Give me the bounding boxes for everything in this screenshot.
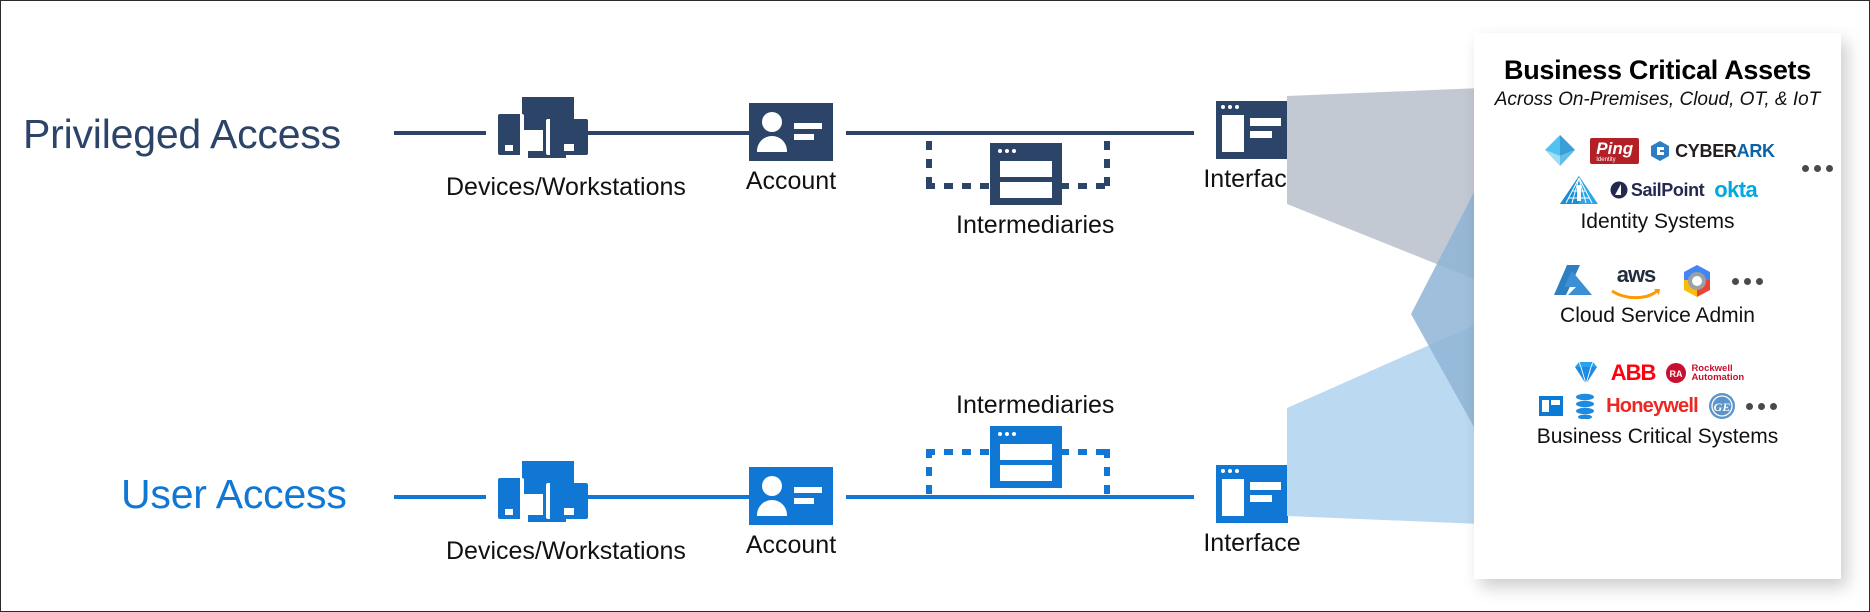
logo-row-cloud-1: aws (1474, 262, 1841, 300)
pyramid-identity-logo (1559, 176, 1598, 204)
node-user-intermediaries[interactable]: Intermediaries (956, 391, 1115, 488)
id-card-icon (749, 467, 833, 525)
cyberark-word-1: CYBER (1675, 140, 1737, 161)
node-privileged-devices[interactable]: Devices/Workstations (446, 97, 686, 202)
node-label: Devices/Workstations (446, 173, 686, 201)
logo-row-identity-2: SailPoint okta (1474, 174, 1841, 206)
group-business-critical-systems: ABB RA Rockwell Automation Honeywell GE … (1474, 358, 1841, 449)
devices-icon (498, 97, 588, 167)
node-label: Devices/Workstations (446, 537, 686, 565)
aws-wordmark: aws (1616, 262, 1657, 287)
group-identity-systems: Ping Identity CYBERARK SailPoint okta Id… (1474, 131, 1841, 234)
logo-row-bcs-2: Honeywell GE (1474, 391, 1841, 421)
node-user-devices[interactable]: Devices/Workstations (446, 461, 686, 566)
svg-text:RA: RA (1670, 369, 1683, 379)
oracle-database-logo (1576, 393, 1595, 419)
devices-icon (498, 461, 588, 531)
group-caption-business-critical-systems: Business Critical Systems (1536, 425, 1779, 448)
cyberark-mark-icon (1651, 141, 1670, 161)
more-indicator-cloud-icon (1732, 277, 1763, 285)
abb-logo: ABB (1610, 360, 1657, 385)
panel-title: Business Critical Assets (1504, 55, 1811, 85)
svg-text:GE: GE (1714, 400, 1731, 414)
logo-row-bcs-1: ABB RA Rockwell Automation (1474, 358, 1841, 388)
more-indicator-bcs-icon (1745, 402, 1777, 410)
rockwell-automation-logo: RA Rockwell Automation (1665, 362, 1744, 384)
more-indicator-identity-icon (1802, 165, 1833, 172)
sailpoint-mark-icon (1610, 181, 1628, 199)
logo-row-identity-1: Ping Identity CYBERARK (1474, 131, 1841, 171)
ge-logo: GE (1708, 393, 1735, 419)
group-cloud-service-admin: aws Cloud Service Admin (1474, 262, 1841, 328)
rockwell-mark-icon: RA (1666, 363, 1687, 383)
honeywell-logo: Honeywell (1606, 394, 1699, 417)
azure-ad-logo (1545, 135, 1576, 166)
row-label-user-access: User Access (121, 471, 347, 517)
sailpoint-wordmark: SailPoint (1630, 179, 1705, 200)
ping-logo-primary: Ping (1596, 139, 1634, 158)
dynamics-logo (1539, 396, 1564, 416)
interface-window-icon (1216, 465, 1288, 523)
group-caption-identity-systems: Identity Systems (1580, 210, 1735, 233)
node-label: Account (745, 167, 837, 195)
ping-identity-logo: Ping Identity (1590, 138, 1640, 164)
app-window-icon (990, 426, 1062, 488)
connector-line-user-3 (846, 495, 1194, 499)
node-privileged-intermediaries[interactable]: Intermediaries (956, 143, 1115, 240)
cyberark-logo: CYBERARK (1649, 140, 1775, 162)
node-label: Interface (1203, 529, 1301, 557)
node-privileged-account[interactable]: Account (711, 103, 871, 196)
google-cloud-logo (1684, 265, 1710, 297)
aws-smile-icon (1611, 288, 1660, 300)
azure-logo (1554, 265, 1592, 295)
node-user-account[interactable]: Account (711, 467, 871, 560)
okta-logo: okta (1714, 177, 1758, 202)
interface-window-icon (1216, 101, 1288, 159)
row-label-privileged-access: Privileged Access (23, 111, 341, 157)
diagram-canvas: Privileged Access Devices/Workstations A… (0, 0, 1870, 612)
sailpoint-logo: SailPoint (1610, 179, 1705, 201)
node-label: Intermediaries (956, 391, 1115, 419)
sap-diamond-logo (1574, 361, 1597, 385)
ping-logo-secondary: Identity (1596, 157, 1616, 163)
panel-subtitle: Across On-Premises, Cloud, OT, & IoT (1494, 89, 1821, 110)
group-caption-cloud-service-admin: Cloud Service Admin (1560, 304, 1755, 327)
app-window-icon (990, 143, 1062, 205)
business-critical-assets-panel: Business Critical Assets Across On-Premi… (1474, 33, 1841, 579)
node-label: Intermediaries (956, 211, 1115, 239)
id-card-icon (749, 103, 833, 161)
rockwell-line-2: Automation (1691, 372, 1745, 383)
node-label: Account (745, 531, 837, 559)
cyberark-word-2: ARK (1736, 140, 1775, 161)
aws-logo: aws (1610, 262, 1662, 300)
connector-line-privileged-3 (846, 131, 1194, 135)
